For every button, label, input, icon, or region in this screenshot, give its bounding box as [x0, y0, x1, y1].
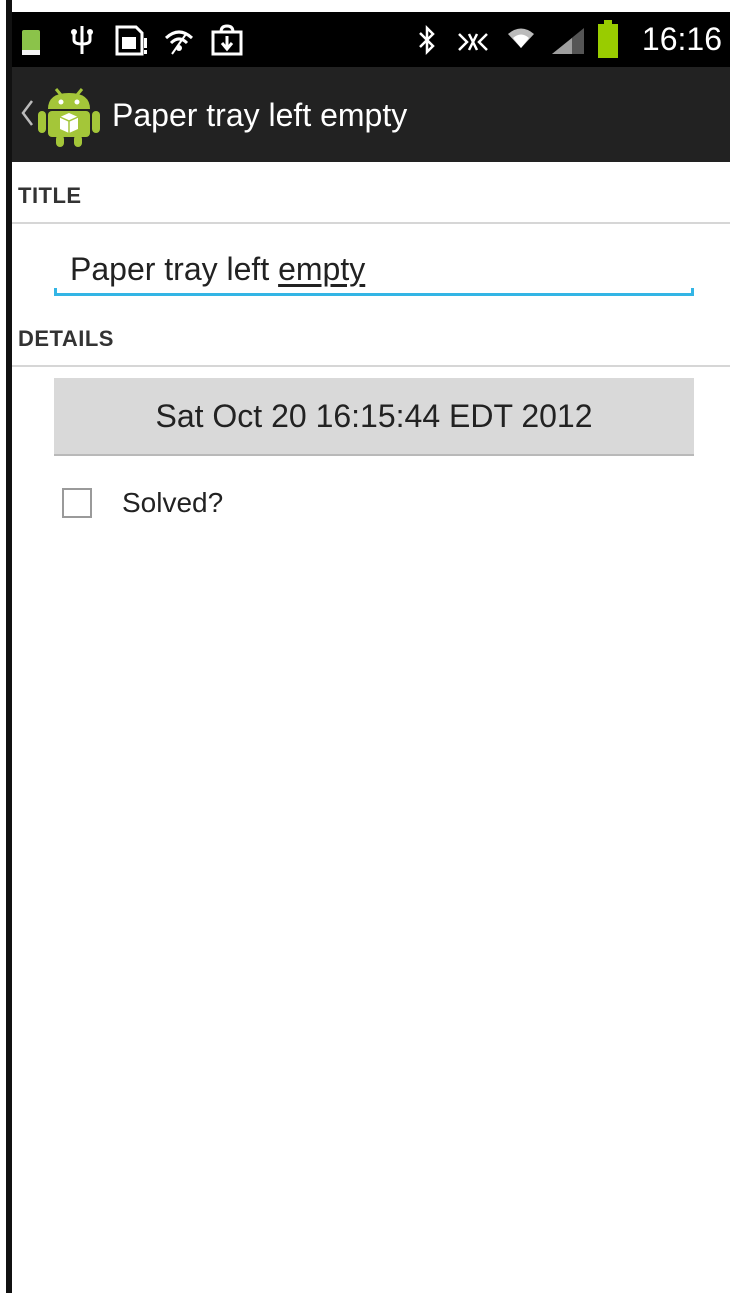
- status-time: 16:16: [641, 21, 722, 57]
- android-battery-notification-icon: [22, 30, 40, 55]
- wifi-hotspot-icon: [164, 30, 194, 55]
- title-input[interactable]: Paper tray left empty: [54, 240, 694, 300]
- solved-checkbox[interactable]: [62, 488, 92, 518]
- status-bar: 16:16: [12, 12, 730, 67]
- download-icon: [211, 24, 243, 56]
- nfc-icon: [458, 33, 488, 51]
- usb-icon: [71, 26, 93, 54]
- title-input-value-prefix: Paper tray left: [70, 251, 279, 287]
- spellcheck-underlined-word: empty: [278, 251, 366, 287]
- title-input-underline: [54, 288, 694, 296]
- wifi-icon: [508, 28, 534, 48]
- signal-icon: [552, 28, 584, 54]
- solved-checkbox-row[interactable]: Solved?: [54, 478, 694, 534]
- details-section-divider: [12, 365, 730, 367]
- date-button[interactable]: Sat Oct 20 16:15:44 EDT 2012: [54, 378, 694, 456]
- title-section-header: TITLE: [18, 183, 82, 208]
- android-robot-icon[interactable]: [34, 79, 104, 149]
- app-screen: 16:16 Paper tray left empty TITLE Paper …: [0, 0, 730, 1293]
- details-section-header: DETAILS: [18, 326, 114, 351]
- up-caret-icon[interactable]: [20, 97, 34, 129]
- title-input-value[interactable]: Paper tray left empty: [70, 250, 365, 288]
- action-bar-title: Paper tray left empty: [112, 97, 408, 133]
- title-section-divider: [12, 222, 730, 224]
- sim-card-icon: [115, 25, 147, 56]
- solved-label[interactable]: Solved?: [122, 486, 223, 520]
- action-bar[interactable]: Paper tray left empty: [12, 67, 730, 162]
- battery-icon: [598, 20, 618, 58]
- device-edge: [6, 0, 12, 1293]
- bluetooth-icon: [419, 24, 435, 56]
